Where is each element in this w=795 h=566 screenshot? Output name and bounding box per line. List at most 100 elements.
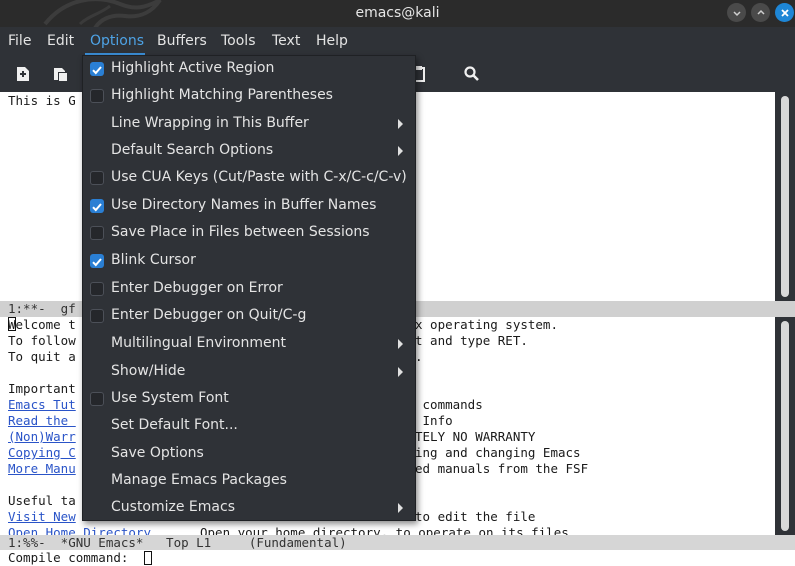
- options-menu-item-label: Save Options: [111, 445, 204, 461]
- minimize-icon: [732, 10, 741, 16]
- options-menu-item-enter-debugger-on-quit-c-g[interactable]: Enter Debugger on Quit/C-g: [83, 303, 415, 329]
- minimize-button[interactable]: [727, 3, 746, 22]
- title-bar: emacs@kali: [0, 0, 795, 27]
- maximize-icon: [756, 9, 765, 15]
- menu-bar: File Edit Options Buffers Tools Text Hel…: [0, 27, 795, 56]
- lower-scrollbar-thumb[interactable]: [781, 321, 789, 531]
- checkbox-unchecked-icon[interactable]: [90, 89, 104, 103]
- buffer-link[interactable]: Copying C: [8, 445, 76, 460]
- options-menu-item-label: Use System Font: [111, 390, 229, 406]
- menu-help[interactable]: Help: [316, 33, 348, 49]
- close-button[interactable]: [775, 3, 794, 22]
- options-menu-item-save-place-in-files-between-sessions[interactable]: Save Place in Files between Sessions: [83, 220, 415, 246]
- checkbox-unchecked-icon[interactable]: [90, 392, 104, 406]
- minibuffer-prompt: Compile command:: [8, 550, 136, 565]
- buffer-text-line: To quit a: [8, 349, 76, 364]
- submenu-arrow-icon: [398, 339, 403, 349]
- buffer-link[interactable]: More Manu: [8, 461, 76, 476]
- buffer-link[interactable]: Open Home Directory: [8, 525, 151, 535]
- submenu-arrow-icon: [398, 503, 403, 513]
- buffer-text-line: ing and changing Emacs: [415, 445, 581, 460]
- options-menu-item-label: Customize Emacs: [111, 499, 235, 515]
- options-menu-item-default-search-options[interactable]: Default Search Options: [83, 138, 415, 164]
- buffer-text-line: x operating system.: [415, 317, 558, 332]
- checkbox-checked-icon[interactable]: [90, 62, 104, 76]
- checkmark-icon: [92, 203, 102, 212]
- checkbox-checked-icon[interactable]: [90, 254, 104, 268]
- menu-options[interactable]: Options: [90, 33, 144, 49]
- mode-line: 1:%%- *GNU Emacs* Top L1 (Fundamental): [0, 535, 795, 550]
- buffer-text-line: ed manuals from the FSF: [415, 461, 589, 476]
- options-menu-item-enter-debugger-on-error[interactable]: Enter Debugger on Error: [83, 276, 415, 302]
- options-menu-item-multilingual-environment[interactable]: Multilingual Environment: [83, 331, 415, 357]
- open-file-icon[interactable]: [52, 65, 70, 83]
- buffer-link[interactable]: Emacs Tut: [8, 397, 76, 412]
- menu-edit[interactable]: Edit: [47, 33, 74, 49]
- minibuffer-cursor: [144, 551, 152, 565]
- options-menu-item-label: Highlight Matching Parentheses: [111, 87, 333, 103]
- checkmark-icon: [92, 258, 102, 267]
- maximize-button[interactable]: [751, 3, 770, 22]
- buffer-text-line: Important: [8, 381, 76, 396]
- options-menu-item-highlight-active-region[interactable]: Highlight Active Region: [83, 56, 415, 82]
- buffer-text-line: commands: [415, 397, 483, 412]
- buffer-text-line: Info: [415, 413, 453, 428]
- minibuffer[interactable]: Compile command:: [0, 550, 795, 566]
- window-title: emacs@kali: [355, 5, 440, 21]
- options-menu-item-label: Use CUA Keys (Cut/Paste with C-x/C-c/C-v…: [111, 169, 407, 185]
- buffer-text-line: TELY NO WARRANTY: [415, 429, 536, 444]
- mode-line-text: 1:%%- *GNU Emacs* Top L1 (Fundamental): [8, 535, 347, 550]
- close-icon: [780, 8, 789, 17]
- options-menu-item-label: Multilingual Environment: [111, 335, 286, 351]
- buffer-text-line: Welcome t: [8, 317, 76, 332]
- options-menu-dropdown: Highlight Active Region Highlight Matchin…: [82, 55, 416, 521]
- buffer-link[interactable]: (Non)Warr: [8, 429, 76, 444]
- buffer-text-line: To follow: [8, 333, 76, 348]
- checkbox-unchecked-icon[interactable]: [90, 309, 104, 323]
- menu-file[interactable]: File: [8, 33, 31, 49]
- checkbox-unchecked-icon[interactable]: [90, 226, 104, 240]
- options-menu-item-label: Save Place in Files between Sessions: [111, 224, 370, 240]
- options-menu-item-label: Enter Debugger on Quit/C-g: [111, 307, 307, 323]
- buffer-text-line: t and type RET.: [415, 333, 528, 348]
- options-menu-item-manage-emacs-packages[interactable]: Manage Emacs Packages: [83, 468, 415, 494]
- options-menu-item-show-hide[interactable]: Show/Hide: [83, 359, 415, 385]
- options-menu-item-use-cua-keys-cut-paste-with-c-x-c-c-c-v[interactable]: Use CUA Keys (Cut/Paste with C-x/C-c/C-v…: [83, 165, 415, 191]
- options-menu-item-customize-emacs[interactable]: Customize Emacs: [83, 495, 415, 521]
- options-menu-item-label: Line Wrapping in This Buffer: [111, 115, 309, 131]
- upper-mode-line-text: 1:**- gf: [8, 301, 76, 316]
- options-menu-item-label: Use Directory Names in Buffer Names: [111, 197, 377, 213]
- search-icon[interactable]: [463, 65, 481, 83]
- upper-buffer-text: This is G: [8, 93, 76, 108]
- options-menu-item-label: Manage Emacs Packages: [111, 472, 287, 488]
- buffer-text-line: Useful ta: [8, 493, 76, 508]
- options-menu-item-blink-cursor[interactable]: Blink Cursor: [83, 248, 415, 274]
- options-menu-item-set-default-font[interactable]: Set Default Font...: [83, 413, 415, 439]
- options-menu-item-use-system-font[interactable]: Use System Font: [83, 386, 415, 412]
- options-menu-item-label: Blink Cursor: [111, 252, 196, 268]
- options-menu-item-line-wrapping-in-this-buffer[interactable]: Line Wrapping in This Buffer: [83, 111, 415, 137]
- point-cursor: [8, 317, 16, 331]
- menu-text[interactable]: Text: [272, 33, 300, 49]
- options-menu-item-save-options[interactable]: Save Options: [83, 441, 415, 467]
- buffer-link[interactable]: Read the: [8, 413, 76, 428]
- checkbox-checked-icon[interactable]: [90, 199, 104, 213]
- submenu-arrow-icon: [398, 119, 403, 129]
- buffer-text-line: .: [415, 349, 423, 364]
- checkbox-unchecked-icon[interactable]: [90, 282, 104, 296]
- buffer-text-line: to edit the file: [415, 509, 536, 524]
- new-file-icon[interactable]: [14, 65, 32, 83]
- options-menu-item-label: Show/Hide: [111, 363, 186, 379]
- options-menu-item-highlight-matching-parentheses[interactable]: Highlight Matching Parentheses: [83, 83, 415, 109]
- upper-scrollbar-thumb[interactable]: [781, 96, 789, 297]
- options-menu-item-label: Set Default Font...: [111, 417, 238, 433]
- buffer-link[interactable]: Visit New: [8, 509, 76, 524]
- submenu-arrow-icon: [398, 146, 403, 156]
- options-menu-item-label: Enter Debugger on Error: [111, 280, 283, 296]
- options-menu-item-label: Highlight Active Region: [111, 60, 275, 76]
- menu-tools[interactable]: Tools: [221, 33, 256, 49]
- buffer-text-line: Open your home directory, to operate on …: [200, 525, 569, 535]
- options-menu-item-use-directory-names-in-buffer-names[interactable]: Use Directory Names in Buffer Names: [83, 193, 415, 219]
- menu-buffers[interactable]: Buffers: [157, 33, 207, 49]
- checkbox-unchecked-icon[interactable]: [90, 171, 104, 185]
